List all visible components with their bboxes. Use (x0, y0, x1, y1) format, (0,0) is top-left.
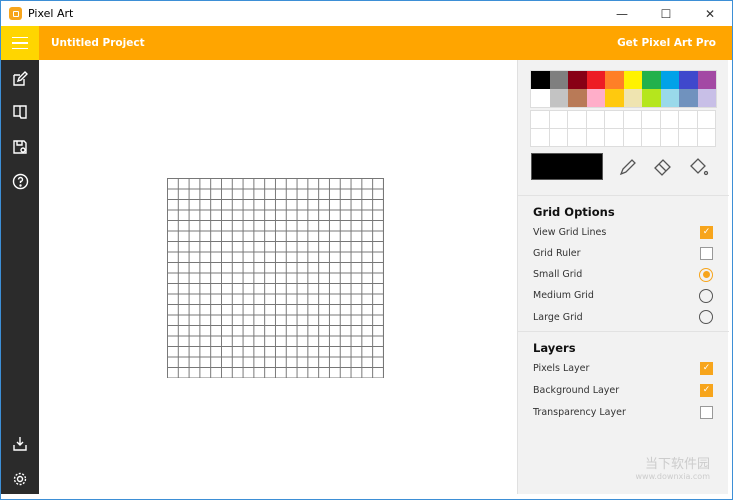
settings-icon[interactable] (11, 470, 29, 488)
save-icon[interactable] (11, 138, 29, 156)
custom-color-slot[interactable] (586, 111, 605, 129)
palette-color-swatch[interactable] (642, 89, 661, 107)
custom-color-slot[interactable] (642, 129, 661, 147)
tools-panel: Grid Options View Grid Lines ✓ Grid Ruler S… (517, 60, 729, 494)
custom-color-slots (530, 110, 716, 147)
palette-color-swatch[interactable] (549, 89, 568, 107)
palette-color-swatch[interactable] (660, 71, 679, 89)
open-book-icon[interactable] (11, 103, 29, 121)
palette-color-swatch[interactable] (549, 71, 568, 89)
palette-color-swatch[interactable] (568, 89, 587, 107)
option-label: Grid Ruler (533, 247, 581, 259)
custom-color-slot[interactable] (660, 111, 679, 129)
current-color-swatch[interactable] (531, 153, 603, 180)
grid-options-heading: Grid Options (533, 205, 615, 219)
custom-color-slot[interactable] (531, 111, 550, 129)
hamburger-menu-icon[interactable] (1, 26, 39, 60)
checkbox[interactable] (700, 405, 713, 419)
radio-button[interactable] (699, 267, 713, 282)
custom-color-slot[interactable] (623, 129, 642, 147)
layer-background-layer[interactable]: Background Layer ✓ (533, 382, 713, 398)
download-icon[interactable] (11, 435, 29, 453)
grid-option-medium-grid[interactable]: Medium Grid (533, 288, 713, 304)
title-bar: Pixel Art — ☐ ✕ (1, 1, 732, 26)
minimize-button[interactable]: — (600, 1, 644, 26)
radio-button[interactable] (699, 288, 713, 303)
pixel-grid[interactable] (167, 178, 384, 378)
custom-color-slot[interactable] (623, 111, 642, 129)
custom-color-slot[interactable] (531, 129, 550, 147)
palette-color-swatch[interactable] (623, 89, 642, 107)
palette-color-swatch[interactable] (623, 71, 642, 89)
palette-color-swatch[interactable] (586, 89, 605, 107)
pencil-icon[interactable] (617, 156, 639, 178)
custom-color-slot[interactable] (568, 111, 587, 129)
custom-color-slot[interactable] (697, 129, 716, 147)
radio-button[interactable] (699, 310, 713, 325)
eraser-icon[interactable] (652, 156, 674, 178)
palette-color-swatch[interactable] (697, 89, 716, 107)
custom-color-slot[interactable] (549, 129, 568, 147)
custom-color-slot[interactable] (586, 129, 605, 147)
project-title[interactable]: Untitled Project (51, 37, 145, 49)
palette-color-swatch[interactable] (660, 89, 679, 107)
layer-label: Transparency Layer (533, 406, 626, 418)
palette-color-swatch[interactable] (642, 71, 661, 89)
custom-color-slot[interactable] (605, 111, 624, 129)
drawing-canvas[interactable] (39, 60, 517, 494)
edit-icon[interactable] (11, 70, 29, 88)
palette-color-swatch[interactable] (531, 89, 550, 107)
grid-option-small-grid[interactable]: Small Grid (533, 267, 713, 283)
paint-bucket-icon[interactable] (688, 156, 710, 178)
grid-option-grid-ruler[interactable]: Grid Ruler (533, 245, 713, 261)
custom-color-slot[interactable] (660, 129, 679, 147)
option-label: Large Grid (533, 311, 583, 323)
option-label: Small Grid (533, 269, 583, 281)
checkbox[interactable]: ✓ (700, 225, 713, 239)
grid-option-view-grid-lines[interactable]: View Grid Lines ✓ (533, 224, 713, 240)
palette-color-swatch[interactable] (605, 71, 624, 89)
palette-color-swatch[interactable] (605, 89, 624, 107)
close-button[interactable]: ✕ (688, 1, 732, 26)
custom-color-slot[interactable] (679, 129, 698, 147)
custom-color-slot[interactable] (679, 111, 698, 129)
custom-color-slot[interactable] (568, 129, 587, 147)
layer-label: Pixels Layer (533, 362, 590, 374)
palette-color-swatch[interactable] (697, 71, 716, 89)
palette-color-swatch[interactable] (679, 89, 698, 107)
custom-color-slot[interactable] (697, 111, 716, 129)
color-palette (530, 70, 717, 108)
palette-color-swatch[interactable] (531, 71, 550, 89)
layer-pixels-layer[interactable]: Pixels Layer ✓ (533, 360, 713, 376)
layer-transparency-layer[interactable]: Transparency Layer (533, 404, 713, 420)
app-window: Pixel Art — ☐ ✕ Untitled Project Get Pix… (0, 0, 733, 500)
layers-heading: Layers (533, 341, 576, 355)
palette-color-swatch[interactable] (586, 71, 605, 89)
option-label: Medium Grid (533, 290, 594, 302)
custom-color-slot[interactable] (549, 111, 568, 129)
grid-option-large-grid[interactable]: Large Grid (533, 309, 713, 325)
custom-color-slot[interactable] (642, 111, 661, 129)
help-icon[interactable] (11, 172, 29, 190)
app-header: Untitled Project Get Pixel Art Pro (1, 26, 732, 60)
app-logo-icon (9, 7, 22, 20)
custom-color-slot[interactable] (605, 129, 624, 147)
option-label: View Grid Lines (533, 226, 607, 238)
checkbox[interactable] (700, 246, 713, 260)
palette-color-swatch[interactable] (679, 71, 698, 89)
checkbox[interactable]: ✓ (700, 361, 713, 375)
maximize-button[interactable]: ☐ (644, 1, 688, 26)
checkbox[interactable]: ✓ (700, 383, 713, 397)
window-title: Pixel Art (28, 7, 74, 20)
sidebar (1, 60, 39, 494)
get-pro-button[interactable]: Get Pixel Art Pro (617, 37, 716, 49)
layer-label: Background Layer (533, 384, 620, 396)
watermark: 当下软件园 www.downxia.com (635, 456, 710, 482)
palette-color-swatch[interactable] (568, 71, 587, 89)
